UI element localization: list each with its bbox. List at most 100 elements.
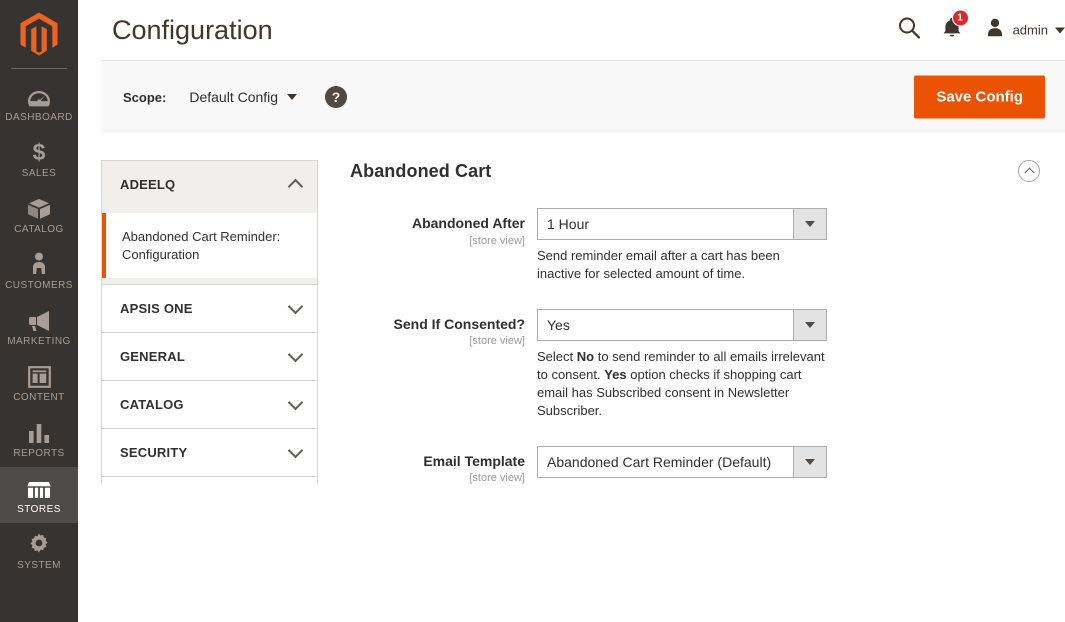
- field-control: 1 Hour Send reminder email after a cart …: [537, 208, 1045, 283]
- sidebar-item-catalog[interactable]: CATALOG: [0, 187, 78, 243]
- magento-logo[interactable]: [0, 0, 78, 68]
- scope-selector[interactable]: Default Config: [189, 89, 298, 105]
- select-value: Yes: [547, 316, 570, 333]
- section-title: Abandoned Cart: [350, 160, 492, 181]
- field-scope-text: [store view]: [469, 335, 525, 348]
- notifications-badge: 1: [951, 9, 969, 27]
- chevron-up-icon: [287, 178, 304, 194]
- field-send-if-consented: Send If Consented? [store view] Yes Sele…: [350, 308, 1045, 420]
- scope-selected-value: Default Config: [189, 89, 279, 105]
- sidebar-item-label: SALES: [21, 168, 57, 179]
- field-note: Send reminder email after a cart has bee…: [537, 248, 780, 281]
- config-nav-header-security[interactable]: SECURITY: [102, 429, 317, 477]
- configuration-body: ADEELQ Abandoned Cart Reminder: Configur…: [101, 133, 1065, 485]
- config-nav-header-catalog[interactable]: CATALOG: [102, 381, 317, 429]
- sidebar-item-label: DASHBOARD: [5, 112, 73, 123]
- scope-bar: Scope: Default Config ? Save Config: [101, 61, 1065, 133]
- sidebar-item-reports[interactable]: REPORTS: [0, 411, 78, 467]
- chevron-down-icon: [793, 209, 826, 239]
- sidebar-item-label: MARKETING: [7, 336, 71, 347]
- field-label: Send If Consented? [store view]: [350, 309, 537, 420]
- section-header: Abandoned Cart: [350, 160, 1045, 182]
- svg-text:$: $: [33, 140, 46, 164]
- chevron-down-icon: [287, 94, 298, 100]
- sidebar-item-sales[interactable]: $ SALES: [0, 131, 78, 187]
- field-note: Select No to send reminder to all emails…: [537, 348, 825, 418]
- field-abandoned-after: Abandoned After [store view] 1 Hour Send…: [350, 208, 1045, 283]
- chevron-down-icon: [287, 346, 304, 362]
- page-header: Configuration 1 admin: [78, 0, 1065, 60]
- config-nav-label: CATALOG: [120, 397, 184, 413]
- config-nav-section-catalog: CATALOG: [102, 381, 317, 430]
- field-control: Yes Select No to send reminder to all em…: [537, 308, 1045, 420]
- field-label: Email Template [store view]: [350, 446, 537, 485]
- config-nav-label: SECURITY: [120, 445, 188, 461]
- sidebar-item-label: REPORTS: [13, 448, 65, 459]
- sidebar-item-dashboard[interactable]: DASHBOARD: [0, 75, 78, 131]
- sidebar-item-marketing[interactable]: MARKETING: [0, 299, 78, 355]
- sidebar-item-stores[interactable]: STORES: [0, 467, 78, 523]
- config-section-panel: Abandoned Cart Abandoned After [store vi…: [318, 160, 1065, 484]
- config-nav-label: ADEELQ: [120, 177, 176, 192]
- sidebar-item-content[interactable]: CONTENT: [0, 355, 78, 411]
- field-scope-text: [store view]: [469, 472, 525, 485]
- config-nav-section-apsis-one: APSIS ONE: [102, 285, 317, 334]
- chevron-down-icon: [1055, 27, 1065, 33]
- chevron-up-circle-icon[interactable]: [1018, 160, 1040, 182]
- chevron-down-icon: [287, 442, 304, 458]
- config-nav-section-adeelq: ADEELQ Abandoned Cart Reminder: Configur…: [102, 161, 317, 286]
- sidebar-divider: [11, 68, 67, 69]
- magento-admin-configuration-page: DASHBOARD $ SALES CATALOG CUSTOMERS MARK…: [0, 0, 1065, 622]
- user-avatar-icon: [984, 18, 1006, 43]
- gear-icon: [27, 532, 51, 556]
- config-nav-children-adeelq: Abandoned Cart Reminder: Configuration: [102, 208, 317, 285]
- sidebar-item-label: STORES: [17, 504, 61, 515]
- field-scope-text: [store view]: [469, 234, 525, 247]
- dashboard-icon: [27, 84, 51, 108]
- search-button[interactable]: [898, 17, 920, 44]
- bar-chart-icon: [28, 420, 50, 444]
- admin-user-menu[interactable]: admin: [984, 18, 1065, 43]
- config-nav-header-adeelq[interactable]: ADEELQ: [102, 161, 317, 208]
- abandoned-after-select[interactable]: 1 Hour: [537, 208, 827, 240]
- layout-icon: [27, 364, 51, 388]
- scope-label: Scope:: [123, 89, 167, 105]
- field-control: Abandoned Cart Reminder (Default): [537, 445, 1045, 485]
- config-nav-panel: ADEELQ Abandoned Cart Reminder: Configur…: [101, 160, 318, 485]
- field-label-text: Send If Consented?: [393, 315, 525, 332]
- box-icon: [27, 196, 51, 220]
- chevron-down-icon: [793, 309, 826, 340]
- config-nav-header-general[interactable]: GENERAL: [102, 333, 317, 381]
- search-icon: [898, 17, 920, 44]
- sidebar-item-system[interactable]: SYSTEM: [0, 523, 78, 579]
- chevron-down-icon: [287, 298, 304, 314]
- megaphone-icon: [27, 308, 52, 332]
- scope-help-icon[interactable]: ?: [325, 86, 348, 108]
- email-template-select[interactable]: Abandoned Cart Reminder (Default): [537, 445, 827, 478]
- sidebar-item-customers[interactable]: CUSTOMERS: [0, 243, 78, 299]
- dollar-icon: $: [31, 140, 47, 164]
- config-nav-section-security: SECURITY: [102, 429, 317, 478]
- main-content-area: Configuration 1 admin Scope: Default Con…: [78, 0, 1065, 622]
- admin-user-name: admin: [1012, 22, 1048, 38]
- save-config-button[interactable]: Save Config: [914, 75, 1045, 119]
- field-label-text: Email Template: [423, 452, 525, 469]
- config-nav-item-abandoned-cart-reminder[interactable]: Abandoned Cart Reminder: Configuration: [102, 213, 317, 279]
- sidebar-item-label: CATALOG: [14, 224, 64, 235]
- send-if-consented-select[interactable]: Yes: [537, 308, 827, 341]
- select-value: Abandoned Cart Reminder (Default): [547, 453, 772, 470]
- chevron-down-icon: [287, 394, 304, 410]
- config-nav-header-apsis-one[interactable]: APSIS ONE: [102, 285, 317, 333]
- sidebar-item-label: SYSTEM: [17, 560, 61, 571]
- person-icon: [31, 252, 47, 276]
- admin-sidebar: DASHBOARD $ SALES CATALOG CUSTOMERS MARK…: [0, 0, 78, 622]
- config-nav-label: APSIS ONE: [120, 301, 193, 317]
- header-tools: 1 admin: [898, 9, 1065, 44]
- storefront-icon: [26, 476, 52, 500]
- page-title: Configuration: [112, 14, 273, 45]
- sidebar-item-label: CONTENT: [13, 392, 65, 403]
- config-nav-section-general: GENERAL: [102, 333, 317, 382]
- notifications-button[interactable]: 1: [942, 9, 969, 44]
- field-email-template: Email Template [store view] Abandoned Ca…: [350, 445, 1045, 485]
- sidebar-item-label: CUSTOMERS: [5, 280, 73, 291]
